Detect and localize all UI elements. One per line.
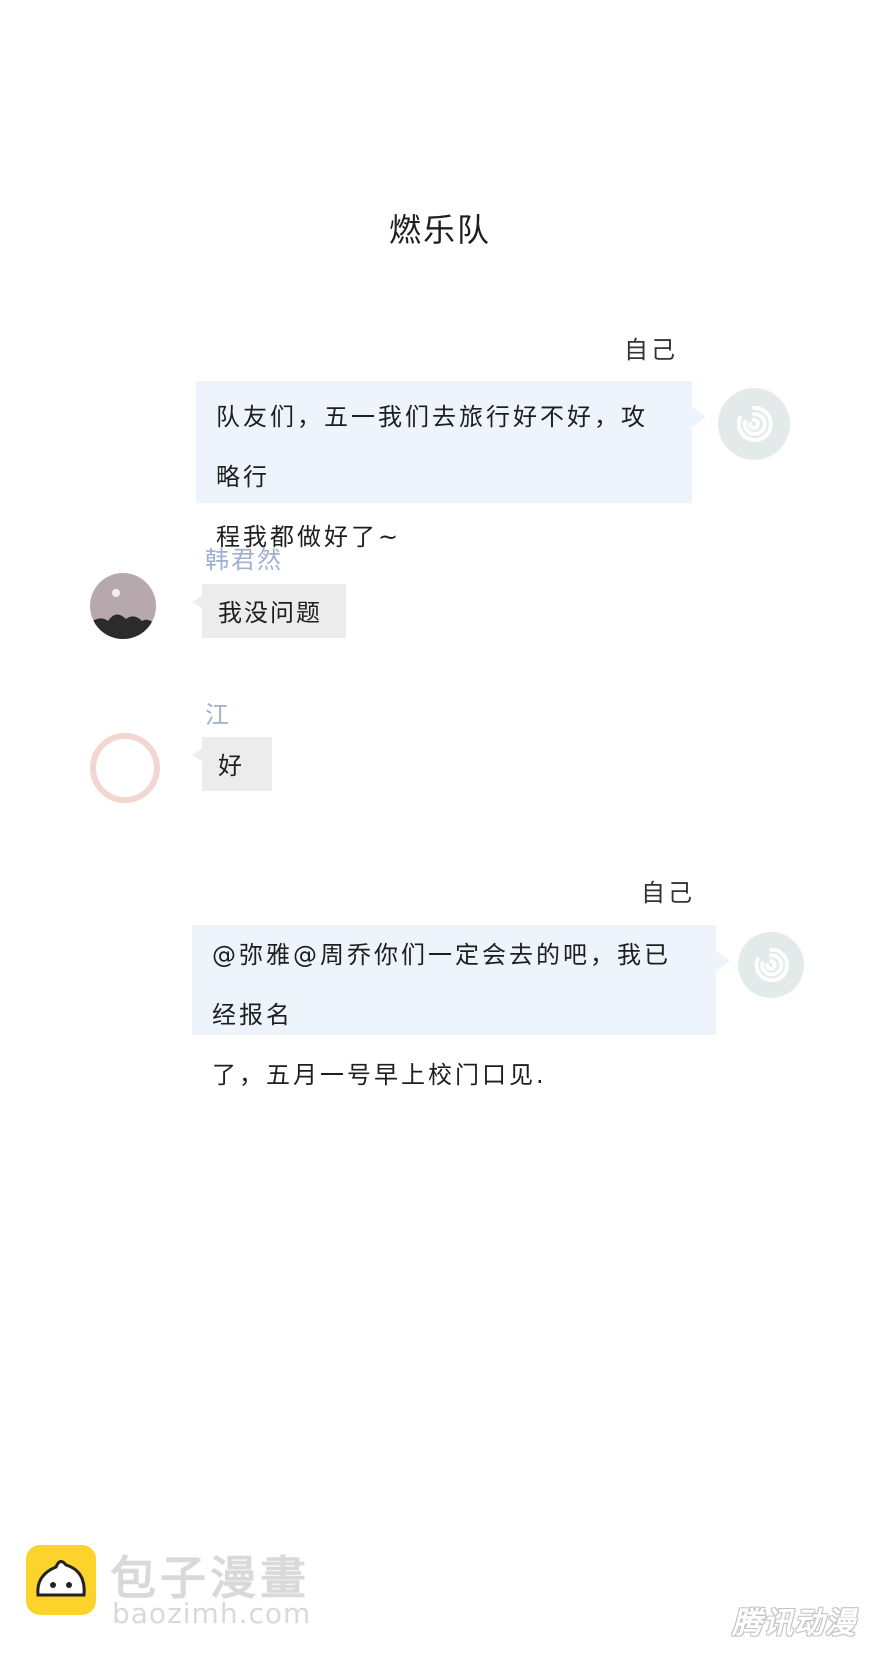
watermark-site-domain: baozimh.com <box>112 1597 312 1630</box>
swirl-icon <box>736 405 773 442</box>
avatar-jiang[interactable] <box>90 733 160 803</box>
avatar-han-junran[interactable] <box>90 573 156 639</box>
message-line: 了，五月一号早上校门口见. <box>212 1061 547 1089</box>
message-line: @弥雅@周乔你们一定会去的吧，我已经报名 <box>212 941 671 1029</box>
avatar-self[interactable] <box>718 388 790 460</box>
message-bubble[interactable]: 队友们，五一我们去旅行好不好，攻略行 程我都做好了~ <box>196 381 706 551</box>
baozi-logo-icon <box>26 1545 96 1615</box>
message-bubble[interactable]: 我没问题 <box>192 584 346 638</box>
message-bubble[interactable]: @弥雅@周乔你们一定会去的吧，我已经报名 了，五月一号早上校门口见. <box>192 925 730 1089</box>
message-text: 我没问题 <box>218 599 322 627</box>
sender-name-self: 自己 <box>624 336 678 364</box>
mountain-avatar-icon <box>90 589 156 639</box>
message-line: 队友们，五一我们去旅行好不好，攻略行 <box>216 403 648 491</box>
bun-icon <box>36 1560 86 1597</box>
sender-name: 江 <box>205 701 231 729</box>
watermark-brand: 腾讯动漫 <box>732 1606 856 1641</box>
message-bubble[interactable]: 好 <box>192 737 272 791</box>
message-text: 好 <box>218 752 244 780</box>
message-line: 程我都做好了~ <box>216 523 402 551</box>
chat-title: 燃乐队 <box>388 211 491 249</box>
swirl-icon <box>754 947 789 983</box>
sender-name-self: 自己 <box>641 879 695 907</box>
avatar-self[interactable] <box>738 932 804 998</box>
sender-name: 韩君然 <box>205 546 283 574</box>
